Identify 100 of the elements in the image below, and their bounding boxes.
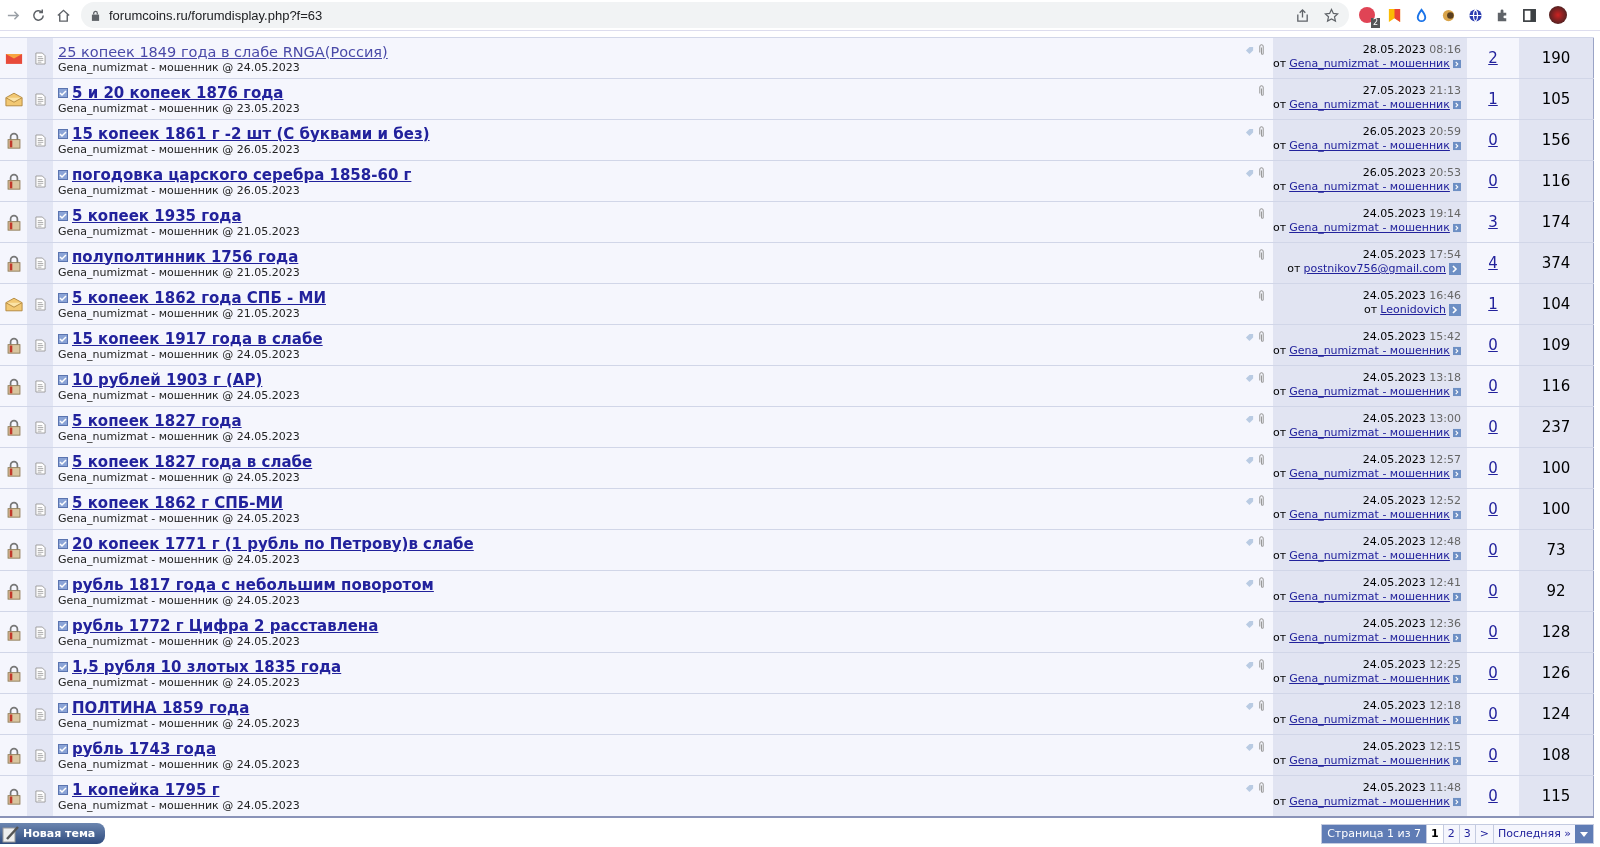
replies-count-link[interactable]: 0 [1488, 541, 1498, 559]
thread-title-link[interactable]: 1,5 рубля 10 злотых 1835 года [72, 657, 342, 676]
replies-count-link[interactable]: 0 [1488, 787, 1498, 805]
go-to-post-icon[interactable] [1449, 304, 1461, 316]
last-post-author-link[interactable]: Gena_numizmat - мошенник [1289, 426, 1450, 440]
globe-icon[interactable] [1468, 7, 1483, 23]
thread-title-link[interactable]: полуполтинник 1756 года [72, 247, 299, 266]
last-page-link[interactable]: Последняя » [1492, 824, 1575, 843]
last-post-author-link[interactable]: Gena_numizmat - мошенник [1289, 139, 1450, 153]
replies-count-link[interactable]: 0 [1488, 746, 1498, 764]
thread-title-link[interactable]: 5 и 20 копеек 1876 года [72, 83, 284, 102]
last-post-author-link[interactable]: Gena_numizmat - мошенник [1289, 549, 1450, 563]
replies-count-link[interactable]: 0 [1488, 418, 1498, 436]
thread-title-link[interactable]: 15 копеек 1861 г -2 шт (С буквами и без) [72, 124, 430, 143]
thread-title-link[interactable]: 5 копеек 1862 г СПБ-МИ [72, 493, 283, 512]
stop-sign-extension-icon[interactable] [1359, 7, 1375, 23]
last-post-author-link[interactable]: Gena_numizmat - мошенник [1289, 385, 1450, 399]
go-to-post-icon[interactable] [1452, 99, 1461, 111]
replies-count-link[interactable]: 0 [1488, 500, 1498, 518]
reload-icon[interactable] [31, 7, 46, 23]
replies-count-link[interactable]: 3 [1488, 213, 1498, 231]
replies-count-link[interactable]: 0 [1488, 377, 1498, 395]
replies-count-link[interactable]: 0 [1488, 623, 1498, 641]
go-to-post-icon[interactable] [1452, 386, 1461, 398]
go-to-post-icon[interactable] [1452, 427, 1461, 439]
thread-title-link[interactable]: ПОЛТИНА 1859 года [72, 698, 250, 717]
replies-count-link[interactable]: 0 [1488, 459, 1498, 477]
last-post-author-link[interactable]: Gena_numizmat - мошенник [1289, 631, 1450, 645]
thread-title-link[interactable]: 5 копеек 1935 года [72, 206, 242, 225]
thread-title-link[interactable]: 5 копеек 1827 года [72, 411, 242, 430]
new-thread-button[interactable]: Новая тема [0, 823, 106, 844]
thread-title-link[interactable]: рубль 1743 года [72, 739, 217, 758]
thread-title-link[interactable]: 1 копейка 1795 г [72, 780, 220, 799]
replies-count-link[interactable]: 0 [1488, 664, 1498, 682]
go-to-post-icon[interactable] [1452, 755, 1461, 767]
views-count: 105 [1541, 90, 1571, 108]
document-icon [34, 502, 46, 516]
side-panel-icon[interactable] [1522, 7, 1537, 23]
go-to-post-icon[interactable] [1452, 58, 1461, 70]
profile-avatar[interactable] [1549, 6, 1567, 24]
flag-extension-icon[interactable] [1387, 7, 1402, 23]
go-to-post-icon[interactable] [1452, 550, 1461, 562]
last-post-author-link[interactable]: Gena_numizmat - мошенник [1289, 57, 1450, 71]
last-post-author-link[interactable]: Gena_numizmat - мошенник [1289, 344, 1450, 358]
next-page-link[interactable]: > [1474, 824, 1493, 843]
replies-count-link[interactable]: 4 [1488, 254, 1498, 272]
thread-title-link[interactable]: 15 копеек 1917 года в слабе [72, 329, 323, 348]
thread-starter-text: Gena_numizmat - мошенник @ 24.05.2023 [58, 512, 301, 525]
thread-title-link[interactable]: 5 копеек 1827 года в слабе [72, 452, 313, 471]
thread-title-link[interactable]: 25 копеек 1849 года в слабе RNGA(Россия) [58, 43, 388, 60]
page-menu-button[interactable] [1575, 824, 1593, 843]
go-to-post-icon[interactable] [1452, 181, 1461, 193]
replies-count-link[interactable]: 0 [1488, 172, 1498, 190]
replies-count-link[interactable]: 2 [1488, 49, 1498, 67]
last-post-date: 24.05.2023 [1362, 330, 1426, 343]
go-to-post-icon[interactable] [1452, 345, 1461, 357]
by-label: от [1273, 713, 1287, 727]
go-to-post-icon[interactable] [1452, 673, 1461, 685]
share-icon[interactable] [1295, 7, 1310, 23]
go-to-post-icon[interactable] [1452, 714, 1461, 726]
last-post-author-link[interactable]: Gena_numizmat - мошенник [1289, 508, 1450, 522]
last-post-author-link[interactable]: postnikov756@gmail.com [1303, 262, 1446, 276]
thread-title-link[interactable]: погодовка царского серебра 1858-60 г [72, 165, 412, 184]
thread-title-link[interactable]: рубль 1817 года с небольшим поворотом [72, 575, 434, 594]
go-to-post-icon[interactable] [1452, 591, 1461, 603]
go-to-post-icon[interactable] [1452, 632, 1461, 644]
last-post-author-link[interactable]: Gena_numizmat - мошенник [1289, 672, 1450, 686]
thread-title-link[interactable]: рубль 1772 г Цифра 2 расставлена [72, 616, 379, 635]
replies-count-link[interactable]: 1 [1488, 295, 1498, 313]
last-post-author-link[interactable]: Gena_numizmat - мошенник [1289, 590, 1450, 604]
replies-count-link[interactable]: 1 [1488, 90, 1498, 108]
thread-title-link[interactable]: 10 рублей 1903 г (АР) [72, 370, 263, 389]
last-post-date: 24.05.2023 [1362, 617, 1426, 630]
replies-count-link[interactable]: 0 [1488, 336, 1498, 354]
last-post-author-link[interactable]: Gena_numizmat - мошенник [1289, 713, 1450, 727]
go-to-post-icon[interactable] [1452, 509, 1461, 521]
replies-count-link[interactable]: 0 [1488, 131, 1498, 149]
go-to-post-icon[interactable] [1452, 468, 1461, 480]
last-post-author-link[interactable]: Leonidovich [1380, 303, 1446, 317]
go-to-post-icon[interactable] [1449, 263, 1461, 275]
last-post-author-link[interactable]: Gena_numizmat - мошенник [1289, 467, 1450, 481]
thread-title-link[interactable]: 5 копеек 1862 года СПБ - МИ [72, 288, 326, 307]
star-icon[interactable] [1324, 7, 1339, 23]
last-post-author-link[interactable]: Gena_numizmat - мошенник [1289, 180, 1450, 194]
coin-extension-icon[interactable] [1441, 7, 1456, 23]
last-post-author-link[interactable]: Gena_numizmat - мошенник [1289, 98, 1450, 112]
last-post-author-link[interactable]: Gena_numizmat - мошенник [1289, 754, 1450, 768]
replies-count-link[interactable]: 0 [1488, 582, 1498, 600]
replies-count-link[interactable]: 0 [1488, 705, 1498, 723]
go-to-post-icon[interactable] [1452, 222, 1461, 234]
go-to-post-icon[interactable] [1452, 140, 1461, 152]
last-post-author-link[interactable]: Gena_numizmat - мошенник [1289, 221, 1450, 235]
address-bar[interactable]: forumcoins.ru/forumdisplay.php?f=63 [81, 2, 1349, 28]
document-icon [34, 748, 46, 762]
thread-title-link[interactable]: 20 копеек 1771 г (1 рубль по Петрову)в слабе [72, 534, 474, 553]
last-post-author-link[interactable]: Gena_numizmat - мошенник [1289, 795, 1450, 809]
home-icon[interactable] [56, 7, 71, 23]
go-to-post-icon[interactable] [1452, 796, 1461, 808]
last-post-date: 24.05.2023 [1362, 371, 1426, 384]
drop-icon[interactable] [1414, 7, 1429, 23]
